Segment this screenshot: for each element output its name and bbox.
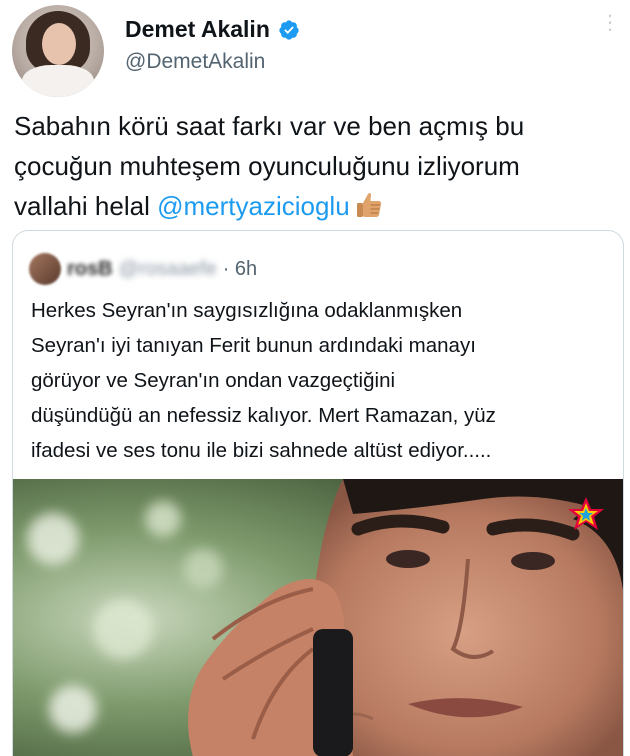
tweet-text-segment: vallahi helal	[14, 191, 158, 221]
quoted-text-line: Herkes Seyran'ın saygısızlığına odaklanm…	[31, 299, 463, 322]
author-avatar[interactable]	[12, 5, 104, 97]
video-still	[13, 479, 623, 756]
author-handle[interactable]: @DemetAkalin	[125, 50, 265, 74]
tweet-text-line: vallahi helal @mertyazicioglu	[14, 186, 626, 226]
quoted-text-line: ifadesi ve ses tonu ile bizi sahnede alt…	[31, 439, 492, 462]
quoted-tweet-media[interactable]	[13, 479, 623, 756]
thumbs-up-icon	[356, 193, 381, 217]
quoted-text-line: Seyran'ı iyi tanıyan Ferit bunun ardında…	[31, 334, 476, 357]
quoted-tweet-text: Herkes Seyran'ın saygısızlığına odaklanm…	[31, 293, 621, 468]
author-name-row: Demet Akalin	[125, 16, 300, 43]
avatar-dress	[22, 65, 94, 97]
quoted-tweet-header: rosB @rosaaefe · 6h	[29, 253, 257, 285]
quoted-author-handle[interactable]: @rosaaefe	[119, 258, 217, 281]
quoted-tweet[interactable]: rosB @rosaaefe · 6h Herkes Seyran'ın say…	[12, 230, 624, 756]
tweet-text: Sabahın körü saat farkı var ve ben açmış…	[14, 106, 626, 226]
quoted-author-name[interactable]: rosB	[67, 258, 113, 281]
author-display-name[interactable]: Demet Akalin	[125, 16, 270, 43]
quoted-author-avatar[interactable]	[29, 253, 61, 285]
tweet-text-line: çocuğun muhteşem oyunculuğunu izliyorum	[14, 151, 520, 181]
verified-badge-icon	[279, 19, 299, 40]
tweet-card: Demet Akalin @DemetAkalin ⋮ Sabahın körü…	[0, 0, 630, 756]
mention-link[interactable]: @mertyazicioglu	[157, 191, 350, 221]
more-options-icon[interactable]: ⋮	[600, 13, 620, 33]
quoted-text-line: görüyor ve Seyran'ın ondan vazgeçtiğini	[31, 369, 396, 392]
quoted-tweet-time[interactable]: · 6h	[223, 258, 257, 281]
quoted-text-line: düşündüğü an nefessiz kalıyor. Mert Rama…	[31, 404, 496, 427]
avatar-face	[42, 23, 76, 65]
tweet-text-line: Sabahın körü saat farkı var ve ben açmış…	[14, 111, 525, 141]
